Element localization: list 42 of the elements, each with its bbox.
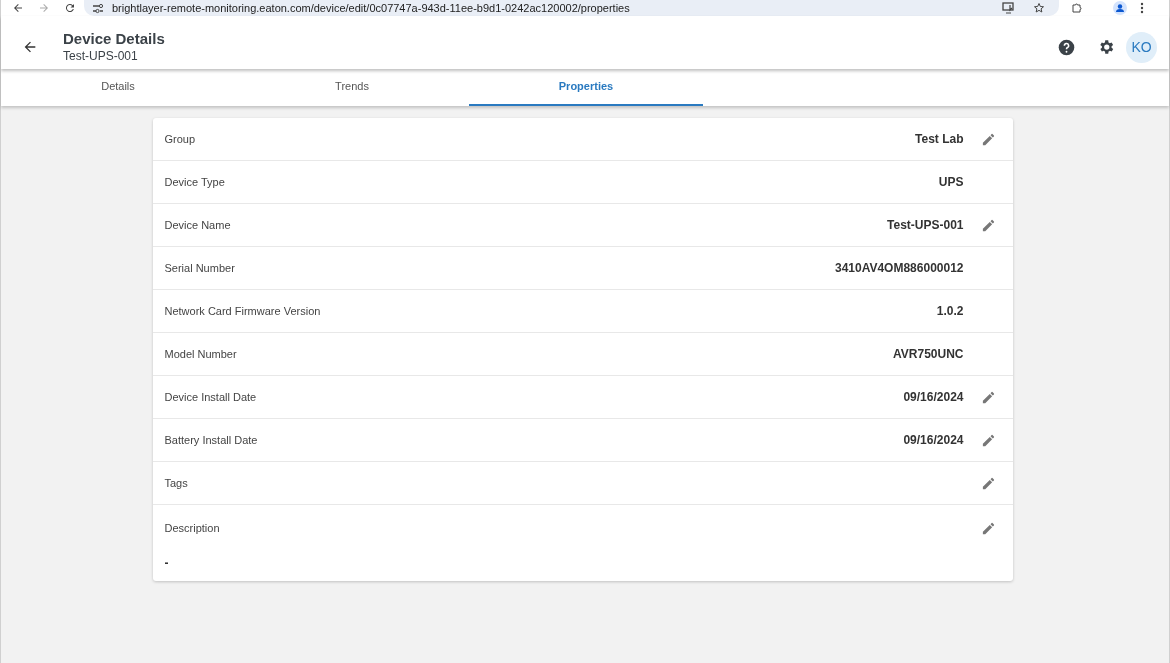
property-value: 09/16/2024 [903, 389, 964, 406]
property-label: Model Number [164, 346, 237, 362]
tab[interactable]: Trends [235, 69, 469, 106]
property-label: Group [164, 131, 196, 147]
edit-icon[interactable] [980, 520, 996, 536]
url-text: brightlayer-remote-monitoring.eaton.com/device/edit/0c07747a-943d-11ee-b9d1-0242ac120002/properties [112, 0, 630, 16]
edit-icon[interactable] [980, 432, 996, 448]
property-label: Device Name [164, 217, 231, 233]
tab[interactable]: Details [1, 69, 235, 106]
property-value: 1.0.2 [936, 303, 964, 320]
page-subtitle: Test-UPS-001 [63, 48, 139, 64]
property-label: Device Type [164, 174, 225, 190]
back-icon[interactable] [12, 2, 24, 14]
property-label: Tags [164, 475, 188, 491]
property-value: UPS [938, 174, 964, 191]
star-icon[interactable] [1033, 2, 1045, 14]
property-value: Test Lab [915, 131, 964, 148]
edit-icon[interactable] [980, 475, 996, 491]
user-avatar[interactable]: KO [1126, 31, 1157, 63]
property-label: Description [164, 521, 220, 536]
property-label: Battery Install Date [164, 432, 258, 448]
profile-icon[interactable] [1113, 1, 1127, 15]
site-settings-icon [92, 2, 104, 14]
back-arrow-icon[interactable] [22, 39, 38, 55]
menu-icon[interactable] [1140, 2, 1144, 14]
property-value: - [164, 554, 169, 572]
page-title: Device Details [63, 30, 165, 49]
property-label: Network Card Firmware Version [164, 303, 321, 319]
reload-icon[interactable] [64, 2, 76, 14]
edit-icon[interactable] [980, 131, 996, 147]
property-value: Test-UPS-001 [887, 217, 964, 234]
property-label: Device Install Date [164, 389, 257, 405]
edit-icon[interactable] [980, 389, 996, 405]
tab[interactable]: Properties [469, 69, 703, 106]
edit-icon[interactable] [980, 217, 996, 233]
property-value: AVR750UNC [893, 346, 964, 363]
install-icon[interactable] [1002, 2, 1015, 14]
address-bar[interactable]: brightlayer-remote-monitoring.eaton.com/device/edit/0c07747a-943d-11ee-b9d1-0242ac120002/properties [84, 0, 1059, 16]
property-label: Serial Number [164, 260, 235, 276]
property-value: 09/16/2024 [903, 432, 964, 449]
help-icon[interactable] [1058, 38, 1075, 56]
property-value: 3410AV4OM886000012 [834, 260, 964, 277]
